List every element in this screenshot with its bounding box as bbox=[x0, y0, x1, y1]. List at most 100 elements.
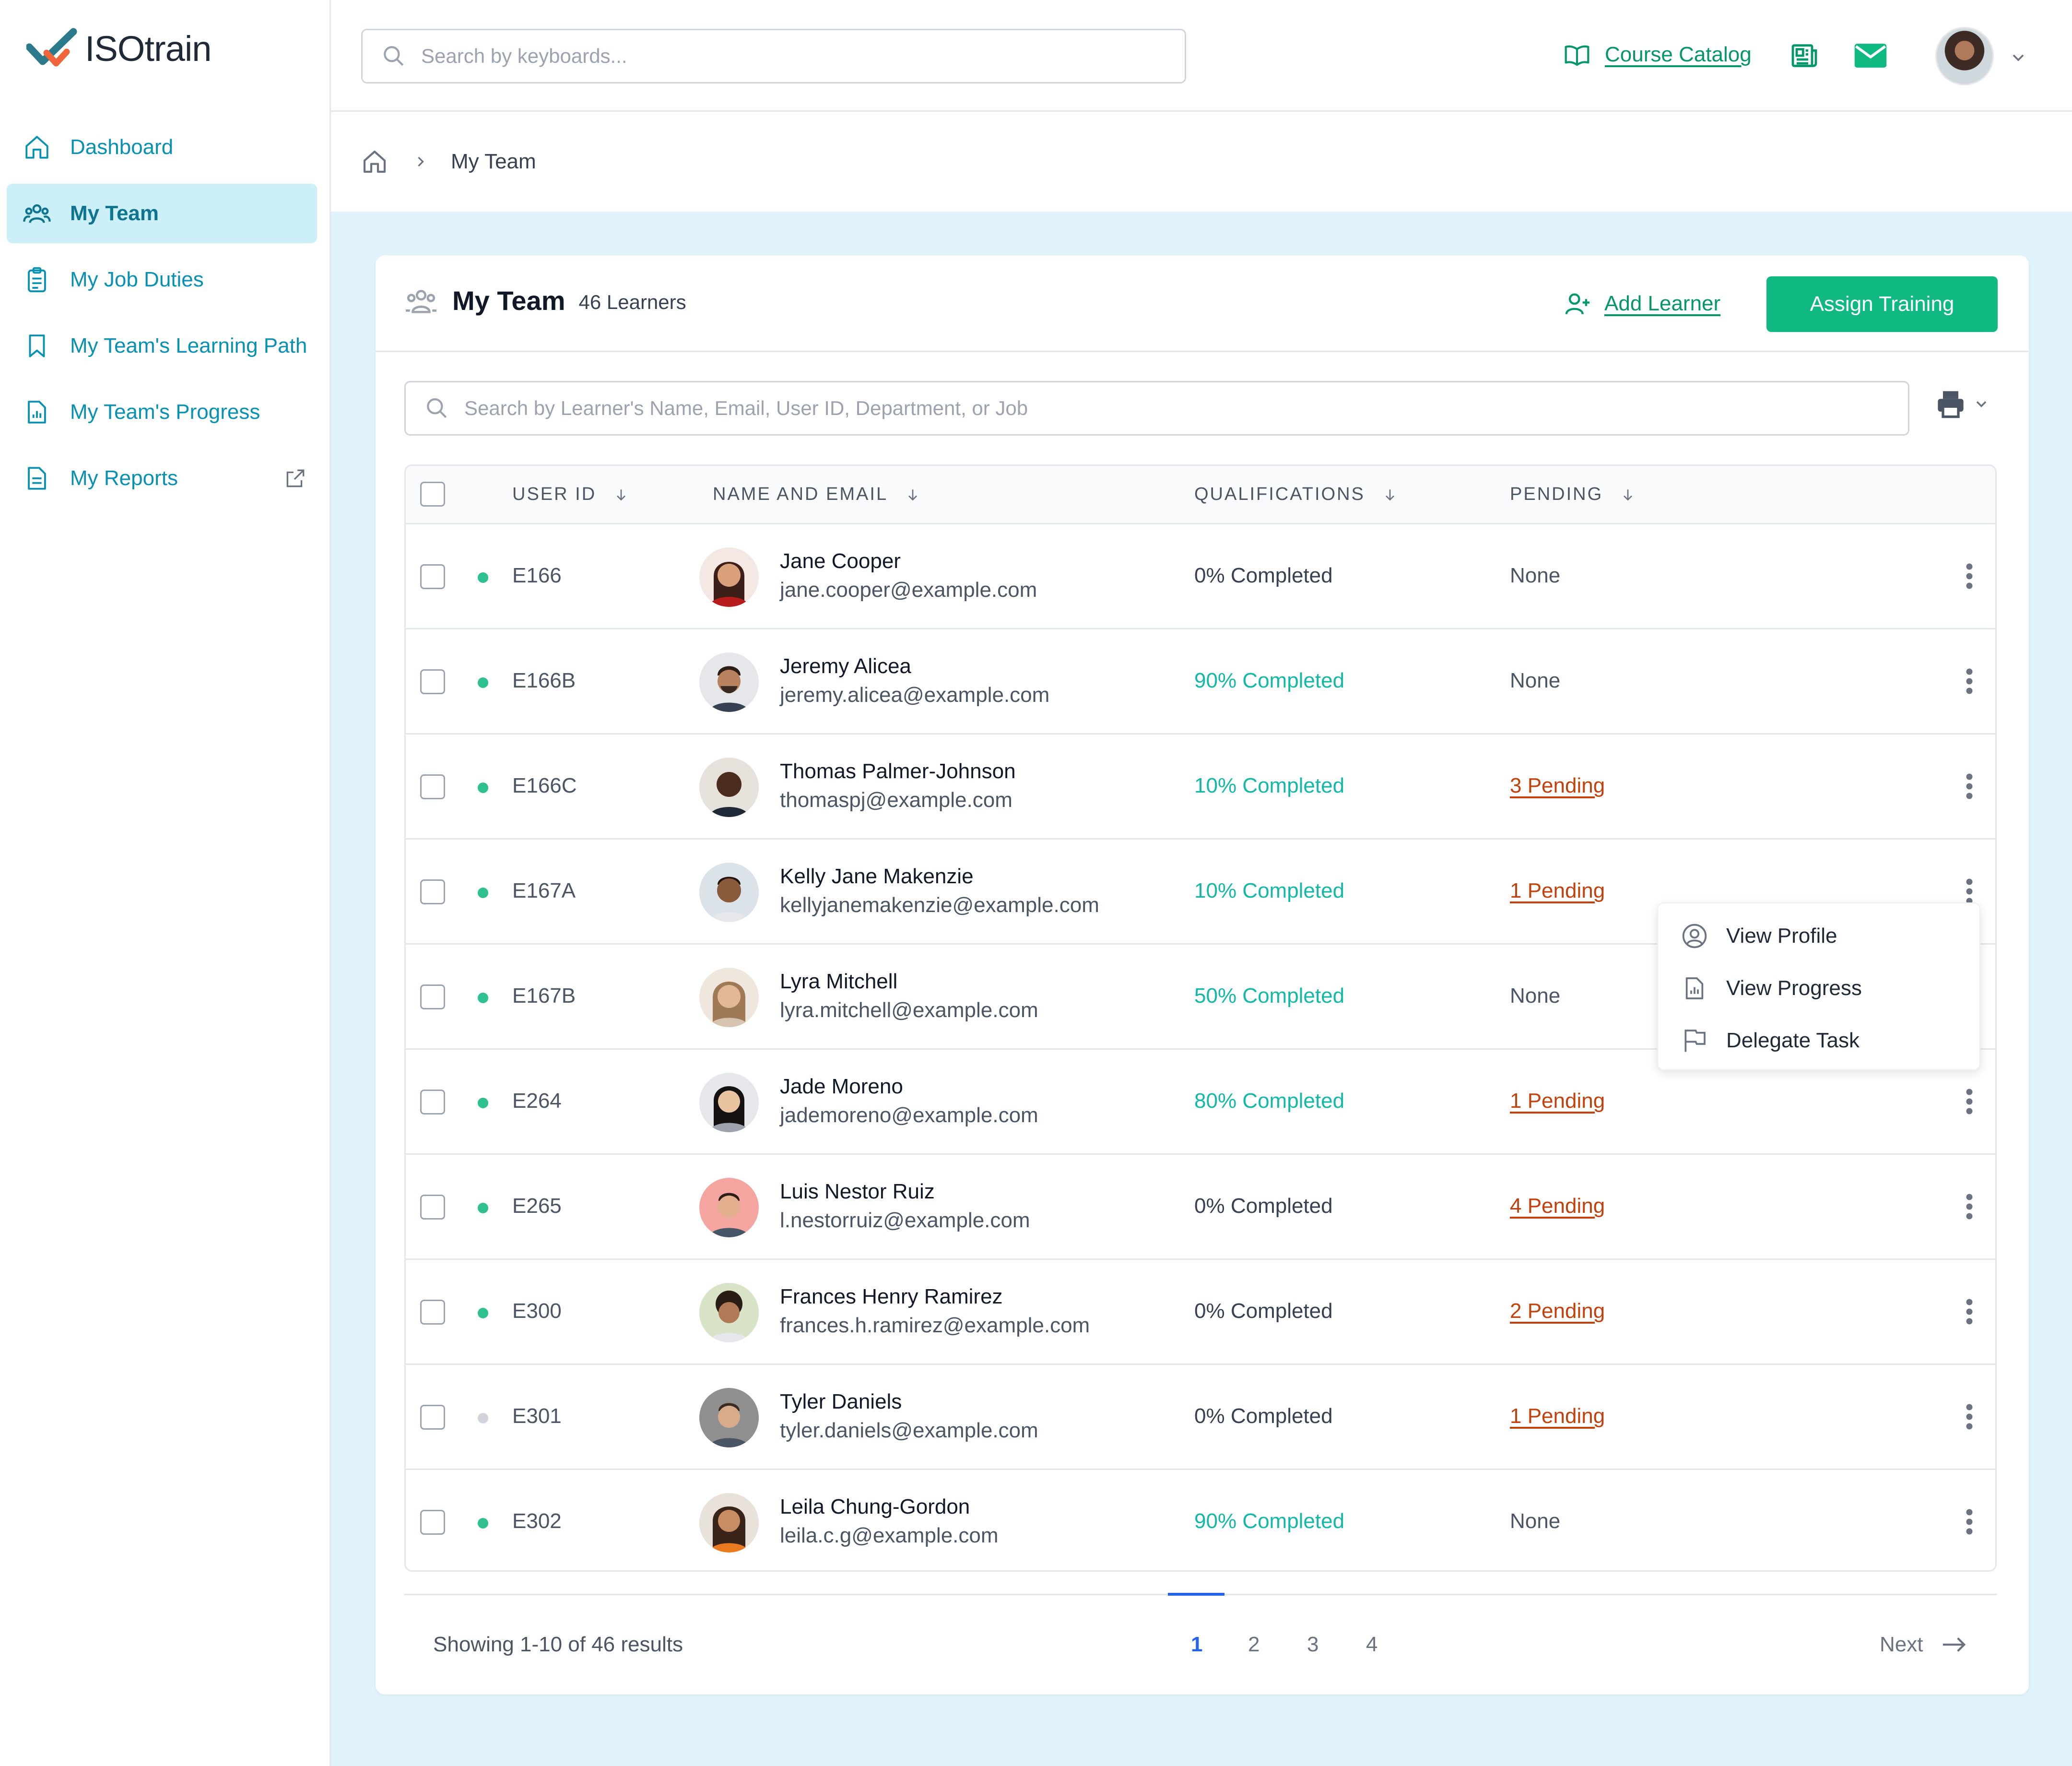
assign-training-button[interactable]: Assign Training bbox=[1766, 276, 1998, 332]
table-row: E265 Luis Nestor Ruiz l.nestorruiz@examp… bbox=[406, 1155, 1995, 1260]
page-3[interactable]: 3 bbox=[1307, 1633, 1319, 1657]
next-page-button[interactable]: Next bbox=[1880, 1633, 1967, 1657]
table-row: E166C Thomas Palmer-Johnson thomaspj@exa… bbox=[406, 735, 1995, 840]
more-options-icon[interactable] bbox=[1964, 1297, 1975, 1326]
arrow-right-icon bbox=[1943, 1637, 1966, 1652]
user-id: E264 bbox=[512, 1089, 562, 1113]
flag-icon bbox=[1684, 1030, 1706, 1052]
learner-name[interactable]: Kelly Jane Makenzie bbox=[780, 865, 974, 889]
column-qualifications[interactable]: QUALIFICATIONS bbox=[1194, 484, 1398, 505]
learner-name[interactable]: Luis Nestor Ruiz bbox=[780, 1180, 935, 1204]
sidebar-item-team-progress[interactable]: My Team's Progress bbox=[7, 382, 317, 442]
page-4[interactable]: 4 bbox=[1366, 1633, 1377, 1657]
sidebar-item-job-duties[interactable]: My Job Duties bbox=[7, 250, 317, 309]
column-pending[interactable]: PENDING bbox=[1510, 484, 1636, 505]
global-search[interactable] bbox=[361, 29, 1186, 83]
select-all-checkbox[interactable] bbox=[420, 482, 445, 507]
user-id: E302 bbox=[512, 1509, 562, 1533]
chart-file-icon bbox=[1685, 977, 1704, 999]
avatar bbox=[699, 1493, 759, 1553]
more-options-icon[interactable] bbox=[1964, 1507, 1975, 1536]
chevron-down-icon[interactable] bbox=[2009, 48, 2028, 67]
more-options-icon[interactable] bbox=[1964, 667, 1975, 696]
row-actions-menu: View Profile View Progress Delegate Task bbox=[1657, 902, 1980, 1070]
logo[interactable]: ISOtrain bbox=[26, 28, 212, 69]
qualification-status: 90% Completed bbox=[1194, 669, 1345, 692]
avatar bbox=[699, 1073, 759, 1132]
topbar: Course Catalog bbox=[331, 0, 2072, 112]
more-options-icon[interactable] bbox=[1964, 1402, 1975, 1431]
learner-name[interactable]: Leila Chung-Gordon bbox=[780, 1495, 970, 1519]
page-2[interactable]: 2 bbox=[1248, 1633, 1260, 1657]
pending-link[interactable]: 1 Pending bbox=[1510, 1404, 1605, 1428]
more-options-icon[interactable] bbox=[1964, 877, 1975, 906]
pending-link[interactable]: 1 Pending bbox=[1510, 879, 1605, 903]
user-id: E166B bbox=[512, 669, 576, 692]
menu-delegate-task[interactable]: Delegate Task bbox=[1681, 1027, 1860, 1054]
row-checkbox[interactable] bbox=[420, 1405, 445, 1430]
course-catalog-link[interactable]: Course Catalog bbox=[1564, 41, 1752, 68]
learner-name[interactable]: Jane Cooper bbox=[780, 549, 901, 573]
pending-status: None bbox=[1510, 669, 1561, 692]
learner-email: thomaspj@example.com bbox=[780, 788, 1012, 812]
external-link-icon[interactable] bbox=[283, 466, 307, 490]
pending-link[interactable]: 4 Pending bbox=[1510, 1194, 1605, 1218]
avatar bbox=[699, 758, 759, 817]
status-dot bbox=[478, 782, 488, 793]
column-name-email[interactable]: NAME AND EMAIL bbox=[713, 484, 920, 505]
row-checkbox[interactable] bbox=[420, 984, 445, 1009]
newspaper-icon[interactable] bbox=[1789, 40, 1820, 71]
sidebar-item-learning-path[interactable]: My Team's Learning Path bbox=[7, 316, 317, 376]
table-row: E166B Jeremy Alicea jeremy.alicea@exampl… bbox=[406, 629, 1995, 735]
row-checkbox[interactable] bbox=[420, 1195, 445, 1220]
learner-email: jane.cooper@example.com bbox=[780, 578, 1037, 602]
status-dot bbox=[478, 888, 488, 898]
learner-name[interactable]: Jade Moreno bbox=[780, 1075, 903, 1099]
learner-name[interactable]: Lyra Mitchell bbox=[780, 970, 897, 994]
learner-search[interactable] bbox=[404, 381, 1909, 436]
learner-search-input[interactable] bbox=[464, 397, 1799, 420]
pending-link[interactable]: 3 Pending bbox=[1510, 774, 1605, 798]
sort-arrow-icon bbox=[908, 489, 918, 501]
sidebar-item-my-team[interactable]: My Team bbox=[7, 184, 317, 243]
menu-view-profile[interactable]: View Profile bbox=[1681, 923, 1837, 949]
more-options-icon[interactable] bbox=[1964, 1192, 1975, 1221]
more-options-icon[interactable] bbox=[1964, 1087, 1975, 1116]
row-checkbox[interactable] bbox=[420, 1510, 445, 1535]
avatar bbox=[699, 1178, 759, 1237]
pending-link[interactable]: 1 Pending bbox=[1510, 1089, 1605, 1113]
global-search-input[interactable] bbox=[421, 45, 1144, 68]
card-header: My Team 46 Learners Add Learner Assign T… bbox=[376, 255, 2029, 352]
app-name: ISOtrain bbox=[85, 28, 212, 69]
learner-name[interactable]: Thomas Palmer-Johnson bbox=[780, 759, 1016, 783]
row-checkbox[interactable] bbox=[420, 1300, 445, 1325]
row-checkbox[interactable] bbox=[420, 774, 445, 799]
more-options-icon[interactable] bbox=[1964, 772, 1975, 801]
bookmark-icon bbox=[29, 334, 45, 357]
row-checkbox[interactable] bbox=[420, 879, 445, 904]
breadcrumb-current: My Team bbox=[451, 150, 536, 173]
qualification-status: 0% Completed bbox=[1194, 1299, 1333, 1323]
avatar bbox=[699, 1388, 759, 1447]
pending-link[interactable]: 2 Pending bbox=[1510, 1299, 1605, 1323]
mail-icon[interactable] bbox=[1853, 40, 1888, 71]
row-checkbox[interactable] bbox=[420, 1090, 445, 1114]
home-icon[interactable] bbox=[361, 148, 388, 175]
learner-name[interactable]: Tyler Daniels bbox=[780, 1390, 902, 1414]
page-1[interactable]: 1 bbox=[1191, 1633, 1202, 1657]
add-learner-link[interactable]: Add Learner bbox=[1564, 290, 1720, 318]
more-options-icon[interactable] bbox=[1964, 562, 1975, 591]
sidebar-item-dashboard[interactable]: Dashboard bbox=[7, 118, 317, 177]
table-row: E302 Leila Chung-Gordon leila.c.g@exampl… bbox=[406, 1470, 1995, 1570]
row-checkbox[interactable] bbox=[420, 669, 445, 694]
add-user-icon bbox=[1565, 293, 1590, 315]
learner-name[interactable]: Frances Henry Ramirez bbox=[780, 1285, 1003, 1309]
sidebar-item-reports[interactable]: My Reports bbox=[7, 449, 317, 508]
column-user-id[interactable]: USER ID bbox=[512, 484, 629, 505]
learner-email: frances.h.ramirez@example.com bbox=[780, 1314, 1090, 1337]
print-menu[interactable] bbox=[1935, 389, 1990, 419]
menu-view-progress[interactable]: View Progress bbox=[1681, 975, 1862, 1002]
user-avatar[interactable] bbox=[1935, 27, 1994, 85]
row-checkbox[interactable] bbox=[420, 564, 445, 589]
learner-name[interactable]: Jeremy Alicea bbox=[780, 654, 911, 678]
